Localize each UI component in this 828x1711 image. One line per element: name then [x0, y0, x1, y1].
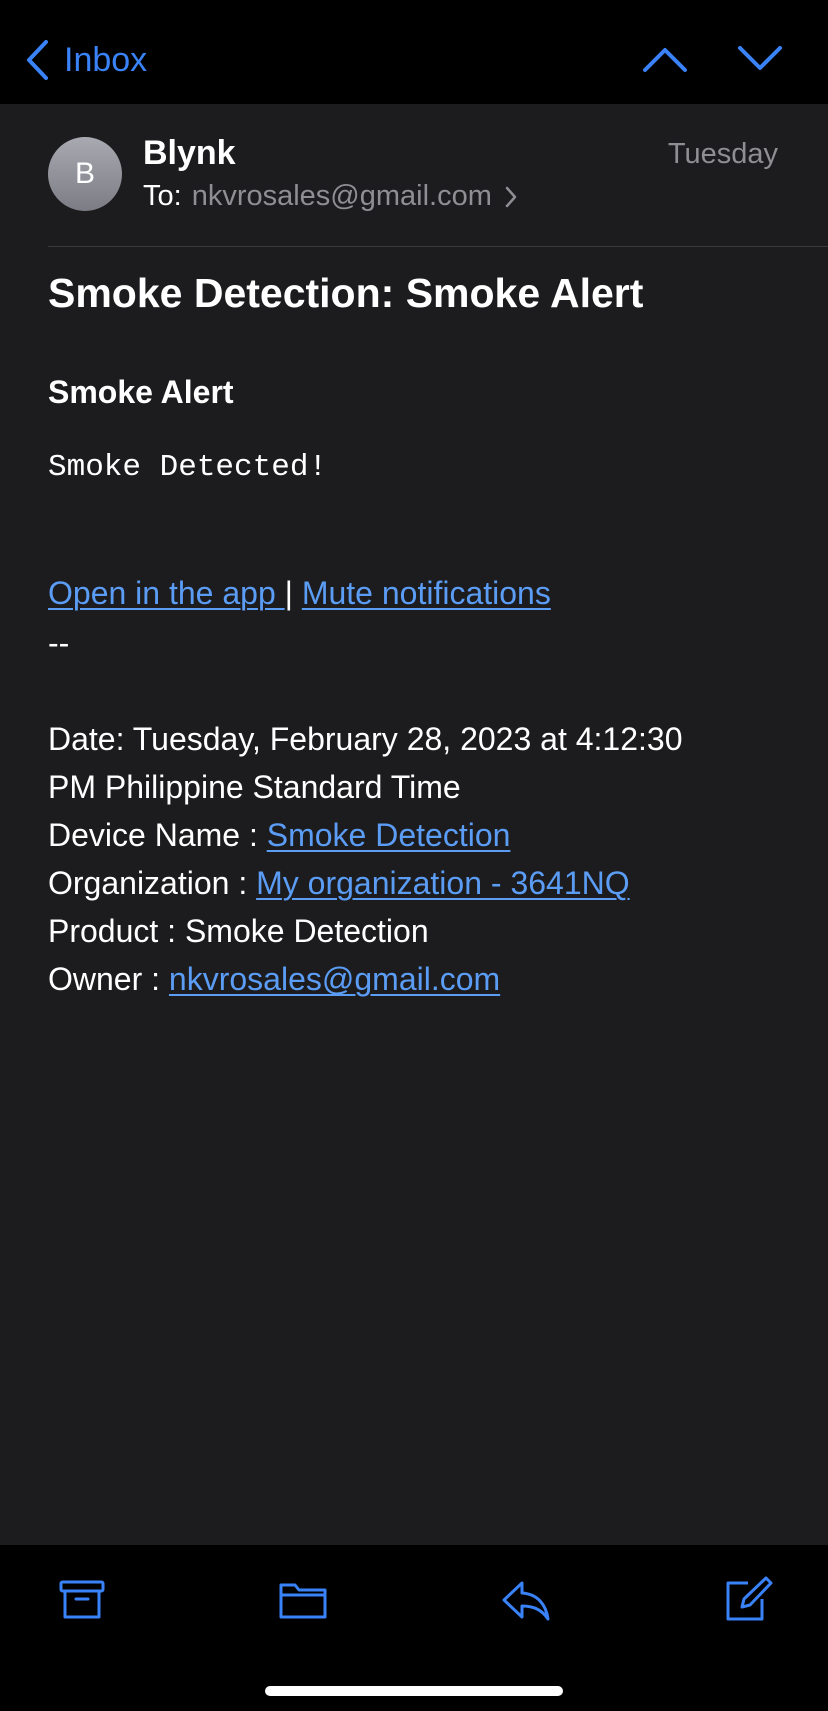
archive-icon[interactable] [56, 1575, 108, 1625]
sender-name[interactable]: Blynk [143, 134, 236, 173]
owner-label: Owner : [48, 961, 169, 997]
message-subject: Smoke Detection: Smoke Alert [48, 270, 644, 316]
recipient-address: nkvrosales@gmail.com [191, 180, 492, 212]
open-in-app-link[interactable]: Open in the app [48, 575, 285, 611]
top-navigation-bar: Inbox [0, 0, 828, 104]
chevron-left-icon [27, 40, 48, 80]
device-name-row: Device Name : Smoke Detection [48, 811, 788, 859]
date-line-1: Date: Tuesday, February 28, 2023 at 4:12… [48, 721, 683, 757]
body-text: Smoke Detected! [48, 450, 328, 485]
organization-row: Organization : My organization - 3641NQ [48, 859, 788, 907]
header-divider [48, 246, 828, 247]
message-header: B Blynk To: nkvrosales@gmail.com Tuesday [0, 104, 828, 248]
chevron-right-icon [505, 186, 517, 207]
sender-avatar[interactable]: B [48, 137, 122, 211]
recipient-row[interactable]: To: nkvrosales@gmail.com [143, 180, 518, 213]
owner-row: Owner : nkvrosales@gmail.com [48, 955, 788, 1003]
date-line-2: PM Philippine Standard Time [48, 769, 461, 805]
chevron-up-icon[interactable] [640, 40, 690, 78]
alert-details: Date: Tuesday, February 28, 2023 at 4:12… [48, 715, 788, 1003]
compose-icon[interactable] [722, 1575, 774, 1625]
home-indicator[interactable] [265, 1686, 563, 1696]
reply-icon[interactable] [500, 1575, 552, 1625]
owner-email-link[interactable]: nkvrosales@gmail.com [169, 961, 500, 997]
folder-icon[interactable] [277, 1575, 329, 1625]
organization-label: Organization : [48, 865, 257, 901]
body-heading: Smoke Alert [48, 374, 234, 410]
link-separator: | [284, 575, 293, 611]
chevron-down-icon[interactable] [735, 40, 785, 78]
device-name-link[interactable]: Smoke Detection [267, 817, 511, 853]
product-row: Product : Smoke Detection [48, 913, 429, 949]
device-name-label: Device Name : [48, 817, 267, 853]
organization-link[interactable]: My organization - 3641NQ [256, 865, 630, 901]
to-label: To: [143, 180, 182, 212]
message-date: Tuesday [667, 138, 778, 170]
signature-dashes: -- [48, 625, 70, 661]
action-links: Open in the app | Mute notifications [48, 575, 551, 612]
back-label: Inbox [64, 40, 148, 79]
mute-notifications-link[interactable]: Mute notifications [302, 575, 551, 611]
back-to-inbox-button[interactable]: Inbox [24, 36, 147, 84]
